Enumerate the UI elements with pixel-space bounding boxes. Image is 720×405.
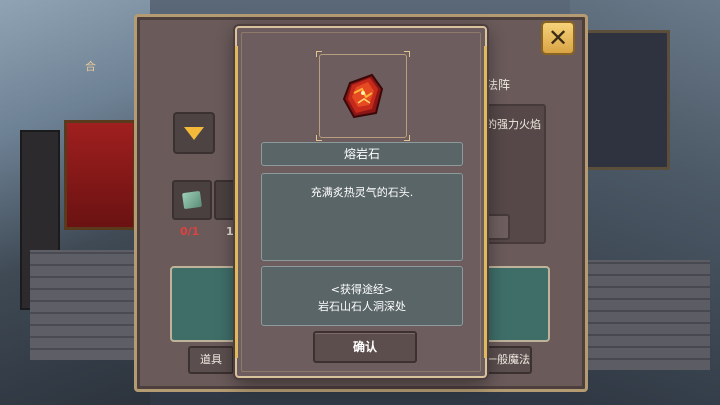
craft-area-right [484, 266, 550, 342]
material-count-2: 1 [226, 225, 234, 238]
close-button[interactable]: ✕ [541, 21, 575, 55]
item-name: 熔岩石 [261, 142, 463, 166]
scene-red-banner [64, 120, 136, 230]
magic-circle-header: 法阵 [486, 78, 511, 92]
item-detail-popup: 熔岩石 充满炙热灵气的石头. <获得途经> 岩石山石人洞深处 确认 [235, 26, 487, 378]
item-source-title: <获得途经> [330, 283, 394, 296]
popup-gold-edge-left [235, 46, 238, 358]
item-source-box: <获得途经> 岩石山石人洞深处 [261, 266, 463, 326]
recipe-dropdown-button[interactable] [173, 112, 215, 154]
magic-description-text: 的强力火焰 [486, 118, 541, 131]
tab-general-magic[interactable]: 一般魔法 [484, 346, 532, 374]
close-icon: ✕ [547, 24, 569, 52]
item-icon-frame [316, 51, 410, 141]
recipe-header-left: 合 [85, 60, 96, 73]
popup-gold-edge-right [484, 46, 487, 358]
green-stone-icon [181, 190, 203, 210]
craft-area-left [170, 266, 236, 342]
item-description-box: 充满炙热灵气的石头. [261, 173, 463, 261]
item-source-location: 岩石山石人洞深处 [318, 300, 406, 313]
material-slot-1[interactable] [172, 180, 212, 220]
scene-bricks-left [30, 250, 150, 360]
material-count-1: 0/1 [180, 225, 200, 238]
tab-items[interactable]: 道具 [188, 346, 234, 374]
triangle-down-icon [184, 127, 204, 140]
lava-stone-icon [342, 73, 384, 119]
magic-action-button[interactable] [484, 214, 510, 240]
confirm-button[interactable]: 确认 [313, 331, 417, 363]
item-description: 充满炙热灵气的石头. [310, 186, 414, 199]
